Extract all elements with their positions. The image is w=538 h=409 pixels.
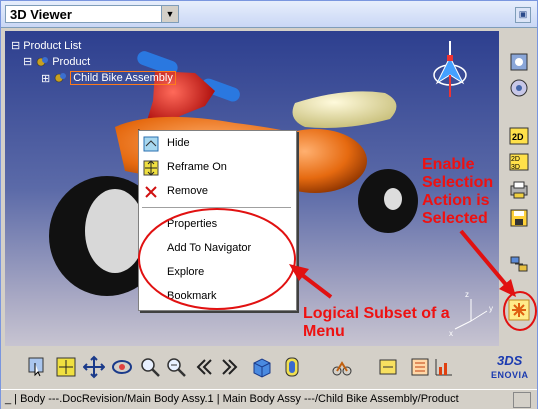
bottom-toolbar: 3DS ENOVIA — [5, 349, 535, 387]
next-view-icon[interactable] — [219, 355, 241, 379]
menu-item-reframe-on[interactable]: Reframe On — [139, 157, 294, 179]
svg-text:3D: 3D — [511, 164, 520, 171]
hide-icon — [143, 136, 159, 152]
menu-item-add-to-navigator[interactable]: Add To Navigator — [139, 238, 294, 260]
menu-item-explore[interactable]: Explore — [139, 262, 294, 284]
front-hub — [85, 189, 145, 273]
right-toolbar: 2D 2D 3D — [504, 31, 534, 346]
previous-view-icon[interactable] — [193, 355, 215, 379]
menu-label: Bookmark — [167, 290, 217, 302]
svg-text:y: y — [489, 304, 493, 313]
context-menu: Hide Reframe On Remove Properties Add To… — [138, 130, 297, 311]
collapse-icon[interactable]: ⊟ — [11, 39, 20, 52]
selection-action-icon[interactable] — [508, 299, 530, 321]
seat — [292, 91, 397, 128]
menu-label: Explore — [167, 266, 205, 278]
menu-label: Reframe On — [167, 161, 227, 173]
restore-window-button[interactable]: ▣ — [515, 7, 531, 23]
collapse-icon[interactable]: ⊟ — [23, 55, 32, 68]
reframe-icon — [143, 160, 159, 176]
render-icon[interactable] — [281, 355, 303, 379]
iso-view-icon[interactable] — [251, 355, 273, 379]
title-bar: 3D Viewer ▼ ▣ — [1, 1, 537, 28]
menu-item-hide[interactable]: Hide — [139, 133, 294, 155]
print-icon[interactable] — [508, 179, 530, 201]
product-gear-icon — [35, 56, 49, 68]
rotate-icon[interactable] — [508, 77, 530, 99]
menu-label: Properties — [167, 218, 218, 230]
svg-text:2D: 2D — [512, 132, 524, 142]
2d-split-icon[interactable]: 2D3D — [508, 151, 530, 173]
svg-text:2D: 2D — [511, 156, 520, 163]
product-gear-icon — [53, 72, 67, 84]
viewer-title: 3D Viewer — [10, 7, 72, 22]
rotate-view-icon[interactable] — [111, 355, 133, 379]
menu-item-bookmark[interactable]: Bookmark — [139, 286, 294, 308]
tree-root-label: Product List — [23, 39, 82, 52]
enovia-logo: 3DS ENOVIA — [489, 353, 533, 383]
save-icon[interactable] — [508, 207, 530, 229]
status-bar: _ | Body ---.DocRevision/Main Body Assy.… — [1, 389, 537, 409]
2d-icon[interactable]: 2D — [508, 125, 530, 147]
expand-icon[interactable]: ⊞ — [41, 72, 50, 85]
remove-x-icon — [145, 186, 157, 198]
tree-child[interactable]: ⊞ Child Bike Assembly — [41, 71, 176, 85]
tree-product[interactable]: ⊟ Product — [23, 55, 91, 69]
compass-icon[interactable] — [425, 39, 475, 101]
fit-all-icon[interactable] — [55, 355, 77, 379]
tree-root[interactable]: ⊟ Product List — [11, 39, 82, 53]
compass-small-icon[interactable] — [377, 355, 399, 379]
annotation-logical-subset: Logical Subset of a Menu — [303, 305, 450, 340]
zoom-in-icon[interactable] — [139, 355, 161, 379]
bike-icon[interactable] — [331, 355, 353, 379]
menu-label: Hide — [167, 137, 190, 149]
menu-label: Remove — [167, 185, 208, 197]
logo-mark: 3DS — [497, 353, 523, 368]
pan-icon[interactable] — [83, 355, 105, 379]
dropdown-arrow-icon[interactable]: ▼ — [161, 6, 178, 22]
view-orient-icon[interactable] — [508, 51, 530, 73]
tree-toggle-icon[interactable] — [409, 355, 431, 379]
logo-text: ENOVIA — [491, 370, 529, 380]
select-icon[interactable] — [27, 355, 49, 379]
menu-item-properties[interactable]: Properties — [139, 214, 294, 236]
chart-icon[interactable] — [433, 355, 455, 379]
viewer-window: 3D Viewer ▼ ▣ z y x ⊟ Product List ⊟ Pro… — [0, 0, 538, 409]
menu-item-remove[interactable]: Remove — [139, 181, 294, 203]
menu-label: Add To Navigator — [167, 242, 252, 254]
arrange-icon[interactable] — [508, 253, 530, 275]
status-bar-button[interactable] — [513, 392, 531, 408]
viewer-select[interactable]: 3D Viewer ▼ — [5, 5, 179, 23]
annotation-enable-selection: Enable Selection Action is Selected — [422, 156, 494, 227]
menu-separator — [142, 207, 291, 209]
svg-text:z: z — [465, 290, 469, 299]
tree-product-label: Product — [52, 55, 91, 68]
tree-child-label[interactable]: Child Bike Assembly — [70, 71, 176, 85]
zoom-out-icon[interactable] — [165, 355, 187, 379]
status-text: _ | Body ---.DocRevision/Main Body Assy.… — [5, 393, 459, 405]
rear-hub — [384, 188, 402, 210]
